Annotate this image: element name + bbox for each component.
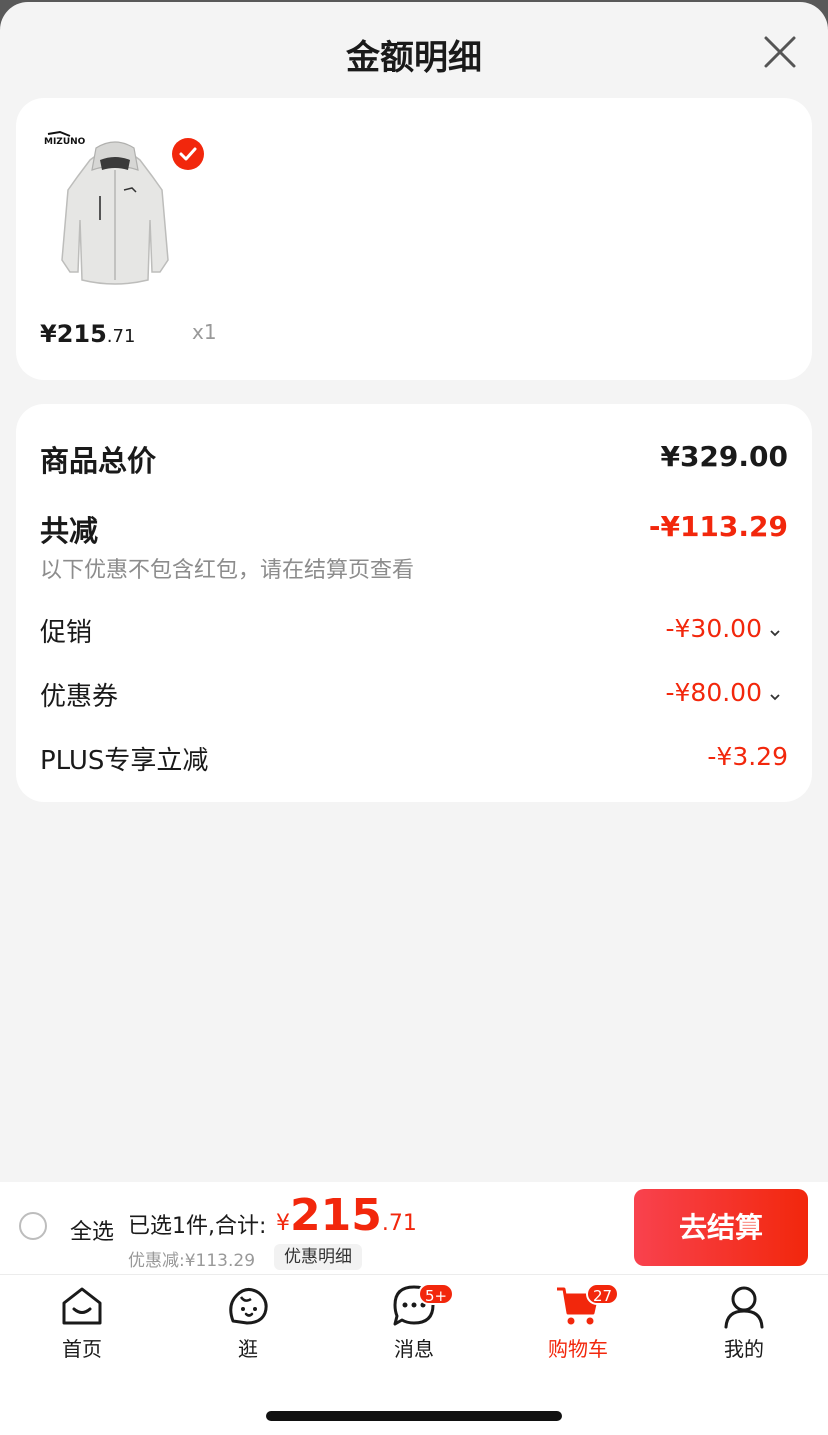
chevron-down-icon bbox=[770, 629, 780, 636]
tab-messages-label: 消息 bbox=[394, 1337, 434, 1361]
tab-home-label: 首页 bbox=[62, 1337, 102, 1361]
close-button[interactable] bbox=[760, 32, 800, 72]
watermark: 铁甲小宝i bbox=[332, 676, 435, 704]
product-price: ¥215.71 bbox=[40, 320, 135, 348]
bottom-tab-bar: 首页 逛 5+ 消息 27 购物车 我的 bbox=[0, 1275, 828, 1435]
reduce-value: -¥113.29 bbox=[648, 510, 788, 543]
explore-icon bbox=[229, 1288, 268, 1325]
messages-badge: 5+ bbox=[418, 1283, 455, 1305]
selected-count-text: 已选1件,合计: bbox=[128, 1214, 267, 1239]
tab-cart-label: 购物车 bbox=[548, 1337, 608, 1361]
discount-text: 优惠减:¥113.29 bbox=[128, 1251, 256, 1271]
reduce-note: 以下优惠不包含红包，请在结算页查看 bbox=[40, 558, 415, 583]
product-quantity: x1 bbox=[192, 320, 217, 344]
checkout-total: ¥215.71 bbox=[276, 1190, 417, 1241]
brand-logo: MIZUNO bbox=[44, 137, 86, 147]
product-card: MIZUNO ¥215.71 x1 bbox=[16, 98, 812, 380]
coupon-label: 优惠券 bbox=[40, 682, 119, 712]
reduce-label: 共减 bbox=[40, 514, 99, 548]
chevron-down-icon bbox=[770, 693, 780, 700]
tab-explore[interactable]: 逛 bbox=[188, 1283, 308, 1367]
checkout-button[interactable]: 去结算 bbox=[634, 1189, 808, 1266]
home-indicator bbox=[266, 1411, 562, 1421]
promo-value: -¥30.00 bbox=[665, 614, 763, 643]
profile-icon bbox=[724, 1286, 764, 1329]
tab-profile-label: 我的 bbox=[724, 1337, 764, 1361]
cart-badge: 27 bbox=[586, 1283, 620, 1305]
total-dec: .71 bbox=[381, 1211, 417, 1236]
plus-discount-value: -¥3.29 bbox=[707, 742, 788, 771]
tab-home[interactable]: 首页 bbox=[22, 1283, 142, 1367]
home-icon bbox=[62, 1287, 102, 1325]
product-price-int: ¥215 bbox=[40, 320, 107, 348]
product-price-dec: .71 bbox=[106, 326, 136, 347]
promo-row-toggle[interactable]: -¥30.00 bbox=[666, 614, 783, 643]
selected-check-icon[interactable] bbox=[172, 138, 204, 170]
tab-messages[interactable]: 5+ 消息 bbox=[354, 1283, 474, 1367]
promo-label: 促销 bbox=[40, 618, 93, 648]
close-icon bbox=[764, 36, 796, 68]
total-currency: ¥ bbox=[276, 1211, 290, 1236]
select-all-radio[interactable] bbox=[19, 1212, 47, 1240]
tab-profile[interactable]: 我的 bbox=[684, 1283, 804, 1367]
coupon-value: -¥80.00 bbox=[665, 678, 763, 707]
total-price-value: ¥329.00 bbox=[660, 440, 788, 473]
select-all-label[interactable]: 全选 bbox=[70, 1214, 114, 1246]
amount-detail-sheet: 金额明细 MIZUNO ¥215.71 x1 商品总价 ¥329.00 共减 -… bbox=[0, 2, 828, 1435]
total-price-label: 商品总价 bbox=[40, 444, 157, 478]
plus-discount-label: PLUS专享立减 bbox=[40, 746, 209, 776]
price-summary-card: 商品总价 ¥329.00 共减 -¥113.29 以下优惠不包含红包，请在结算页… bbox=[16, 404, 812, 802]
tab-cart[interactable]: 27 购物车 bbox=[518, 1283, 638, 1367]
total-int: 215 bbox=[290, 1190, 382, 1241]
checkout-bar: 全选 已选1件,合计: ¥215.71 优惠减:¥113.29 优惠明细 去结算 bbox=[0, 1182, 828, 1275]
discount-detail-button[interactable]: 优惠明细 bbox=[274, 1244, 362, 1270]
product-image[interactable]: MIZUNO bbox=[40, 130, 190, 300]
page-title: 金额明细 bbox=[346, 38, 482, 78]
tab-explore-label: 逛 bbox=[238, 1337, 258, 1361]
coupon-row-toggle[interactable]: -¥80.00 bbox=[666, 678, 783, 707]
